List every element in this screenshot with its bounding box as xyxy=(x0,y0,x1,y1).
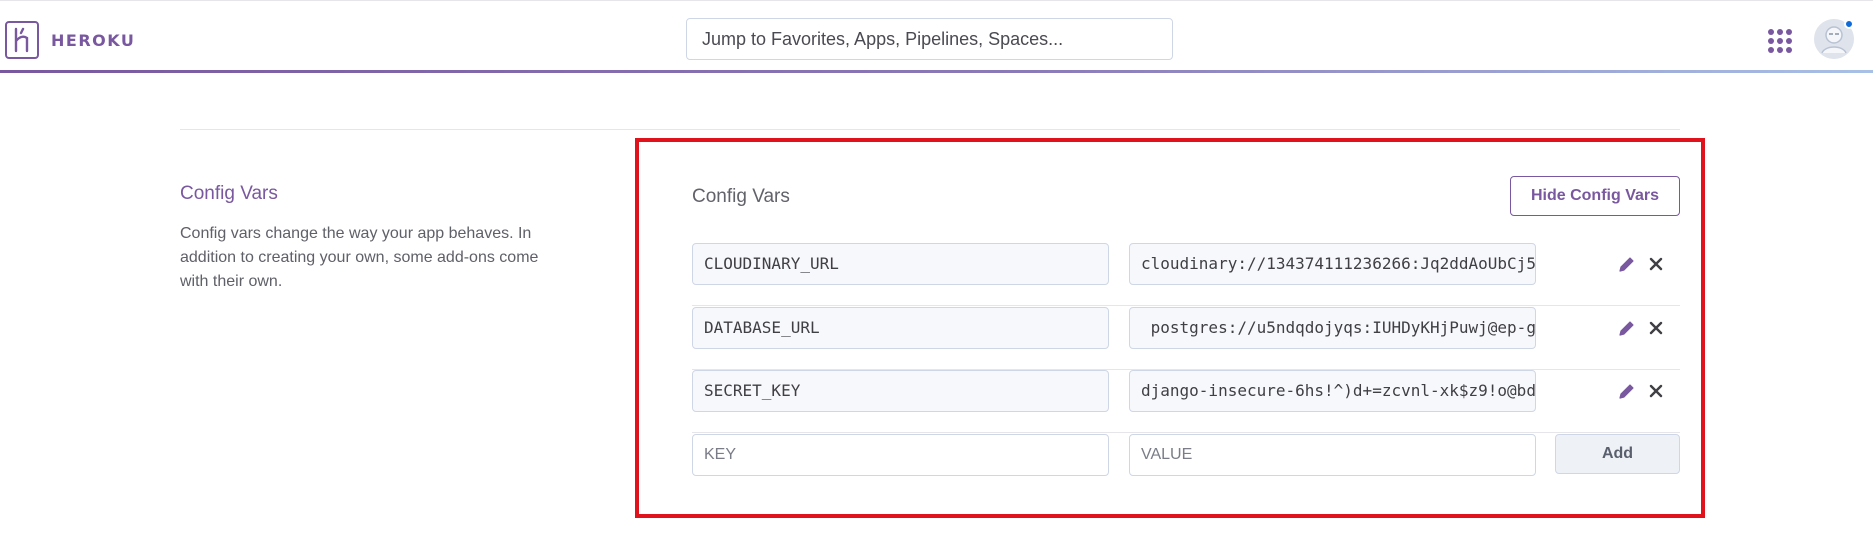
pencil-icon[interactable] xyxy=(1616,380,1638,402)
panel-title: Config Vars xyxy=(692,186,790,207)
close-icon[interactable] xyxy=(1645,253,1667,275)
search-input[interactable] xyxy=(686,18,1173,60)
config-value-field[interactable]: postgres://u5ndqdojyqs:IUHDyKHjPuwj@ep-g xyxy=(1129,307,1536,349)
config-key-field[interactable]: CLOUDINARY_URL xyxy=(692,243,1109,285)
section-description: Config vars change the way your app beha… xyxy=(180,225,539,290)
grid-dots-icon[interactable] xyxy=(1768,29,1792,53)
notification-dot xyxy=(1844,19,1854,29)
close-icon[interactable] xyxy=(1645,317,1667,339)
new-value-input[interactable] xyxy=(1129,434,1536,476)
new-key-input[interactable] xyxy=(692,434,1109,476)
heroku-logo[interactable]: HEROKU xyxy=(5,21,135,59)
close-icon[interactable] xyxy=(1645,380,1667,402)
new-config-var-row: Add xyxy=(692,434,1680,497)
heroku-logo-icon xyxy=(5,21,39,59)
config-var-row: DATABASE_URL postgres://u5ndqdojyqs:IUHD… xyxy=(692,307,1680,370)
hide-config-vars-button[interactable]: Hide Config Vars xyxy=(1510,176,1680,216)
config-key-field[interactable]: SECRET_KEY xyxy=(692,370,1109,412)
config-key-field[interactable]: DATABASE_URL xyxy=(692,307,1109,349)
add-button[interactable]: Add xyxy=(1555,434,1680,474)
header-accent-bar xyxy=(0,70,1873,73)
config-value-field[interactable]: cloudinary://134374111236266:Jq2ddAoUbCj… xyxy=(1129,243,1536,285)
section-title: Config Vars xyxy=(180,183,278,204)
pencil-icon[interactable] xyxy=(1616,253,1638,275)
pencil-icon[interactable] xyxy=(1616,317,1638,339)
logo-text: HEROKU xyxy=(51,30,136,50)
config-value-field[interactable]: django-insecure-6hs!^)d+=zcvnl-xk$z9!o@b… xyxy=(1129,370,1536,412)
top-navbar: HEROKU xyxy=(0,0,1873,72)
config-var-row: SECRET_KEY django-insecure-6hs!^)d+=zcvn… xyxy=(692,370,1680,433)
section-divider xyxy=(180,129,1680,130)
config-var-row: CLOUDINARY_URL cloudinary://134374111236… xyxy=(692,243,1680,306)
